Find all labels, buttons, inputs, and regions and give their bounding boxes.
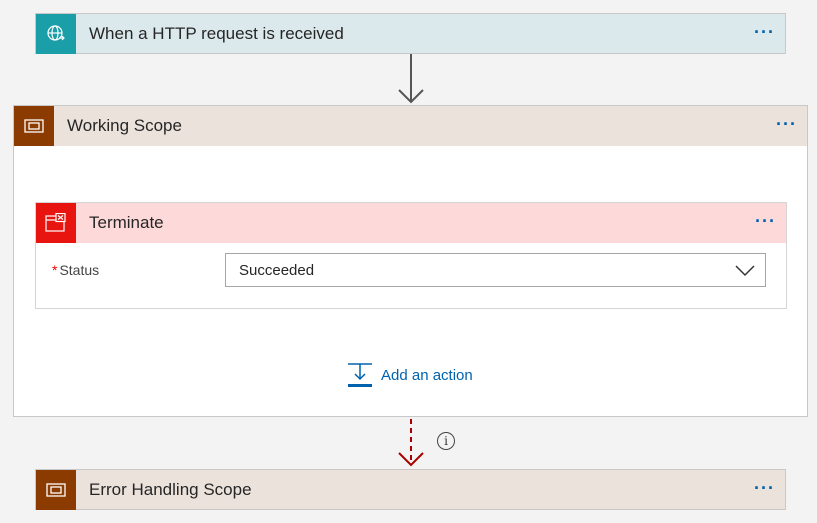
- working-scope-card[interactable]: Working Scope ··· Terminate ··· * Status …: [13, 105, 808, 417]
- error-handling-scope-header[interactable]: Error Handling Scope ···: [36, 470, 785, 510]
- add-action-icon: [348, 363, 372, 387]
- terminate-header[interactable]: Terminate ···: [36, 203, 786, 243]
- globe-request-icon: [36, 14, 76, 54]
- more-options-icon[interactable]: ···: [776, 115, 797, 133]
- terminate-card[interactable]: Terminate ··· * Status Succeeded: [35, 202, 787, 309]
- working-scope-title: Working Scope: [67, 116, 182, 135]
- more-options-icon[interactable]: ···: [754, 479, 775, 497]
- connector-arrow: [398, 54, 424, 104]
- http-trigger-title: When a HTTP request is received: [89, 24, 344, 43]
- status-dropdown[interactable]: Succeeded: [225, 253, 766, 287]
- info-icon[interactable]: i: [437, 432, 455, 450]
- run-after-connector-arrow[interactable]: [398, 417, 424, 469]
- add-action-label: Add an action: [381, 366, 473, 384]
- status-label-text: Status: [59, 262, 100, 278]
- chevron-down-icon: [735, 265, 755, 277]
- http-trigger-card[interactable]: When a HTTP request is received ···: [35, 13, 786, 54]
- error-handling-scope-title: Error Handling Scope: [89, 480, 252, 499]
- working-scope-header[interactable]: Working Scope ···: [14, 106, 807, 146]
- status-dropdown-value: Succeeded: [239, 261, 315, 279]
- more-options-icon[interactable]: ···: [755, 212, 776, 230]
- add-action-button[interactable]: Add an action: [347, 362, 473, 388]
- scope-icon: [36, 470, 76, 510]
- more-options-icon[interactable]: ···: [754, 23, 775, 41]
- error-handling-scope-card[interactable]: Error Handling Scope ···: [35, 469, 786, 510]
- scope-icon: [14, 106, 54, 146]
- required-marker: *: [52, 262, 58, 278]
- terminate-icon: [36, 203, 76, 243]
- terminate-title: Terminate: [89, 213, 164, 232]
- http-trigger-header[interactable]: When a HTTP request is received ···: [36, 14, 785, 54]
- status-field-row: * Status Succeeded: [36, 243, 786, 309]
- info-icon-glyph: i: [444, 434, 448, 448]
- status-label: * Status: [52, 262, 99, 278]
